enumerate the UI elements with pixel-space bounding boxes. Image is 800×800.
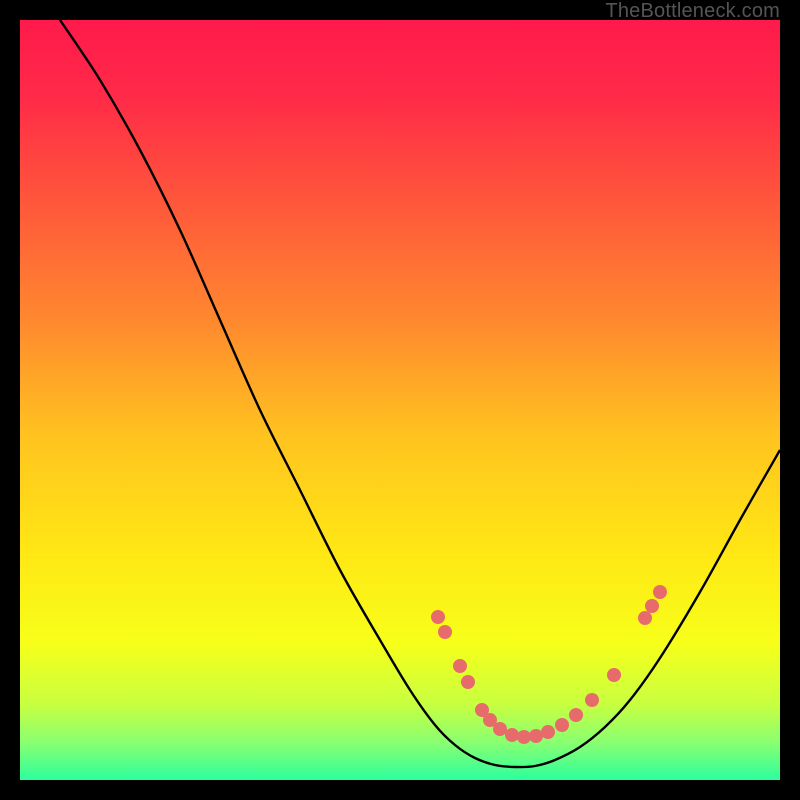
background-gradient bbox=[20, 20, 780, 780]
chart-frame bbox=[20, 20, 780, 780]
